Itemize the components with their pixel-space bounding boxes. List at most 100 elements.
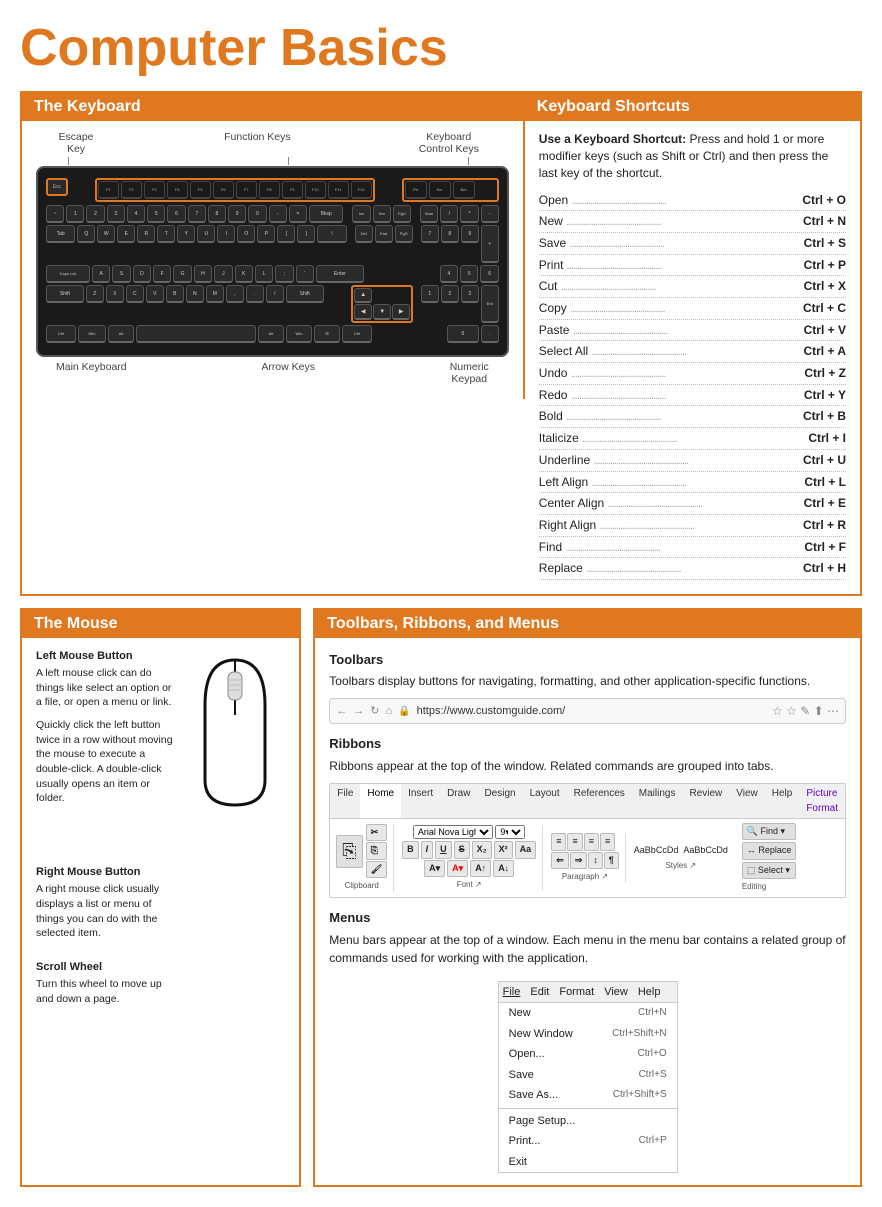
shortcut-name: Save ...................................…: [539, 233, 804, 254]
shortcut-row: Copy ...................................…: [539, 298, 846, 320]
shortcut-row: Left Align .............................…: [539, 472, 846, 494]
find-btn[interactable]: 🔍 Find ▾: [742, 823, 797, 841]
ribbons-desc: Ribbons appear at the top of the window.…: [329, 757, 846, 775]
tab-review[interactable]: Review: [682, 784, 729, 818]
tab-design[interactable]: Design: [477, 784, 522, 818]
underline-ribbon-btn[interactable]: U: [435, 841, 452, 859]
menu-file[interactable]: File: [503, 984, 521, 1001]
shortcut-name: Replace ................................…: [539, 558, 803, 579]
keyboard-body: Esc F1 F2 F3 F4 F5 F6 F7 F8 F9 F10: [36, 166, 509, 357]
shortcut-keys: Ctrl + X: [804, 276, 846, 297]
highlight-btn[interactable]: A▾: [424, 860, 445, 878]
tab-mailings[interactable]: Mailings: [632, 784, 683, 818]
reload-icon: ↻: [370, 703, 379, 720]
shortcut-keys: Ctrl + V: [804, 320, 846, 341]
italic-ribbon-btn[interactable]: I: [421, 841, 434, 859]
menu-item-new-window[interactable]: New WindowCtrl+Shift+N: [499, 1024, 677, 1045]
keyboard-right-panel: Keyboard Shortcuts Use a Keyboard Shortc…: [525, 93, 860, 594]
shortcut-row: Find ...................................…: [539, 537, 846, 559]
menu-format[interactable]: Format: [559, 984, 594, 1001]
menu-view[interactable]: View: [604, 984, 628, 1001]
tab-help[interactable]: Help: [765, 784, 800, 818]
ribbon-tabs: File Home Insert Draw Design Layout Refe…: [330, 784, 845, 819]
shortcut-row: Underline ..............................…: [539, 450, 846, 472]
tab-references[interactable]: References: [567, 784, 632, 818]
shading-btn[interactable]: ¶: [604, 852, 619, 870]
shortcut-row: Paste ..................................…: [539, 320, 846, 342]
strikethrough-btn[interactable]: S: [454, 841, 470, 859]
escape-label: EscapeKey: [46, 131, 106, 155]
tab-view[interactable]: View: [729, 784, 765, 818]
clipboard-label: Clipboard: [345, 880, 379, 892]
ribbon-group-styles: AaBbCcDd AaBbCcDd Styles ↗: [634, 844, 734, 872]
left-button-title: Left Mouse Button: [36, 650, 173, 662]
menu-item-open[interactable]: Open...Ctrl+O: [499, 1044, 677, 1065]
shortcut-name: Underline ..............................…: [539, 450, 803, 471]
justify-btn[interactable]: ≡: [600, 833, 615, 851]
align-right-btn[interactable]: ≡: [584, 833, 599, 851]
shortcut-keys: Ctrl + B: [803, 406, 846, 427]
tab-file[interactable]: File: [330, 784, 360, 818]
cut-btn[interactable]: ✂: [366, 824, 387, 842]
browser-url: https://www.customguide.com/: [417, 703, 766, 720]
menu-items: NewCtrl+N New WindowCtrl+Shift+N Open...…: [499, 1003, 677, 1172]
shortcut-row: Right Align ............................…: [539, 515, 846, 537]
font-selector[interactable]: Arial Nova Light: [413, 825, 493, 839]
menu-item-print[interactable]: Print...Ctrl+P: [499, 1131, 677, 1152]
replace-btn[interactable]: ↔ Replace: [742, 842, 797, 860]
case-btn[interactable]: Aа: [515, 841, 537, 859]
copy-btn[interactable]: ⎘: [366, 842, 387, 860]
mouse-section: The Mouse Left Mouse Button A left mouse…: [20, 608, 301, 1188]
format-painter-btn[interactable]: 🖌: [366, 861, 387, 879]
kb-row-2: Tab Q W E R T Y U I O P [ ] \ Del End: [46, 225, 499, 263]
mouse-text-col: Left Mouse Button A left mouse click can…: [36, 650, 173, 1014]
indent-left-btn[interactable]: ⇐: [551, 852, 569, 870]
menu-mockup-container: File Edit Format View Help NewCtrl+N New…: [329, 975, 846, 1174]
menu-mockup: File Edit Format View Help NewCtrl+N New…: [498, 981, 678, 1174]
editing-label: Editing: [742, 881, 797, 893]
menu-help[interactable]: Help: [638, 984, 661, 1001]
subscript-btn[interactable]: X₂: [472, 841, 492, 859]
bold-ribbon-btn[interactable]: B: [402, 841, 419, 859]
shortcut-keys: Ctrl + F: [804, 537, 846, 558]
align-left-btn[interactable]: ≡: [551, 833, 566, 851]
browser-bar: ← → ↻ ⌂ 🔒 https://www.customguide.com/ ☆…: [329, 698, 846, 724]
shortcut-keys: Ctrl + L: [804, 472, 846, 493]
shortcut-row: Redo ...................................…: [539, 385, 846, 407]
connector-lines: [36, 157, 509, 165]
shortcut-name: Cut ....................................…: [539, 276, 804, 297]
tab-picture-format[interactable]: Picture Format: [799, 784, 845, 818]
menu-item-exit[interactable]: Exit: [499, 1152, 677, 1173]
kb-row-0: Esc F1 F2 F3 F4 F5 F6 F7 F8 F9 F10: [46, 178, 499, 202]
font-size-up-btn[interactable]: A↑: [470, 860, 491, 878]
ribbon-group-font: Arial Nova Light 9▾ B I U S X₂ X² Aа: [402, 825, 543, 892]
tab-home[interactable]: Home: [360, 784, 401, 818]
superscript-btn[interactable]: X²: [494, 841, 513, 859]
control-label: KeyboardControl Keys: [409, 131, 489, 155]
menu-item-save-as[interactable]: Save As...Ctrl+Shift+S: [499, 1085, 677, 1106]
menu-edit[interactable]: Edit: [530, 984, 549, 1001]
select-btn[interactable]: ⬚ Select ▾: [742, 862, 797, 880]
menu-item-save[interactable]: SaveCtrl+S: [499, 1065, 677, 1086]
tab-draw[interactable]: Draw: [440, 784, 477, 818]
menus-title: Menus: [329, 908, 846, 928]
shortcut-row: New ....................................…: [539, 211, 846, 233]
font-size-down-btn[interactable]: A↓: [493, 860, 514, 878]
shortcut-name: Italicize ..............................…: [539, 428, 809, 449]
menu-item-new[interactable]: NewCtrl+N: [499, 1003, 677, 1024]
shortcut-row: Select All .............................…: [539, 341, 846, 363]
toolbars-header: Toolbars, Ribbons, and Menus: [315, 610, 860, 638]
paste-big-btn[interactable]: ⎘: [336, 835, 362, 868]
shortcut-keys: Ctrl + U: [803, 450, 846, 471]
toolbars-content: Toolbars Toolbars display buttons for na…: [315, 638, 860, 1186]
font-size-selector[interactable]: 9▾: [495, 825, 525, 839]
tab-insert[interactable]: Insert: [401, 784, 440, 818]
menu-item-page-setup[interactable]: Page Setup...: [499, 1111, 677, 1132]
shortcut-row: Save ...................................…: [539, 233, 846, 255]
line-spacing-btn[interactable]: ↕: [588, 852, 603, 870]
indent-right-btn[interactable]: ⇒: [570, 852, 588, 870]
shortcut-name: Undo ...................................…: [539, 363, 805, 384]
tab-layout[interactable]: Layout: [523, 784, 567, 818]
font-color-btn[interactable]: A▾: [447, 860, 468, 878]
align-center-btn[interactable]: ≡: [567, 833, 582, 851]
